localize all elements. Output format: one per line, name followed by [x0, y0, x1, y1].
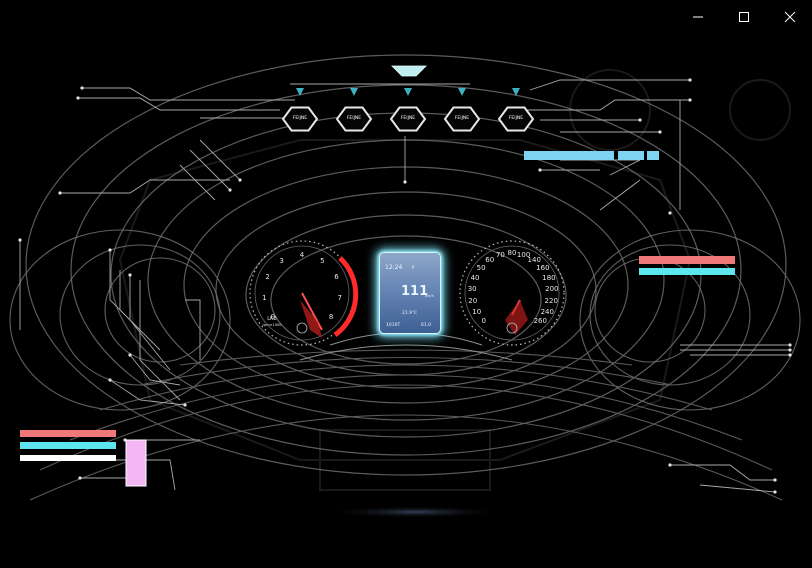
top-hex-label: FEIJNE — [400, 116, 416, 121]
left-gauge-caption-top: LKB — [267, 316, 277, 322]
bottom-left-pink-block — [125, 439, 147, 487]
left-gauge-tick: 2 — [265, 272, 270, 281]
maximize-icon — [739, 12, 749, 22]
top-cap — [391, 65, 427, 77]
top-hex-label: FEIJNE — [454, 116, 470, 121]
right-gauge-tick: 160 — [536, 263, 550, 272]
center-road — [299, 332, 513, 361]
right-gauge-tick: 180 — [542, 273, 556, 282]
right-gauge-tick: 60 — [485, 255, 495, 264]
top-hex-label: FEIJNE — [292, 116, 308, 121]
minimize-icon — [693, 16, 703, 18]
top-hex-label: FEIJNE — [346, 116, 362, 121]
right-gauge-tick: 70 — [495, 250, 505, 259]
top-right-bar-1 — [524, 151, 614, 160]
screen-odo-label: 1016T — [386, 323, 401, 328]
floor-glow — [325, 506, 505, 518]
left-gauge-tick: 1 — [262, 293, 267, 302]
top-hex-label: FEIJNE — [508, 116, 524, 121]
left-gauge-caption-bottom: rpm×1000 — [262, 323, 282, 327]
bottom-left-bar-red — [20, 430, 116, 437]
right-gauge-tick: 200 — [545, 285, 559, 294]
right-gauge-tick: 80 — [507, 249, 517, 257]
left-gauge-tick: 4 — [299, 251, 305, 259]
right-gauge-tick: 0 — [481, 317, 486, 326]
right-bar-red — [639, 256, 735, 264]
right-gauge-tick: 30 — [467, 285, 477, 294]
left-gauge-tick: 6 — [334, 272, 339, 281]
right-gauge-tick: 10 — [472, 307, 482, 316]
left-gauge-tick: 8 — [328, 313, 334, 322]
close-icon — [784, 11, 796, 23]
left-gauge-tick: 5 — [320, 256, 325, 265]
right-gauge-tick: 40 — [470, 273, 480, 282]
top-markers — [296, 88, 520, 96]
right-gauge-tick: 140 — [527, 255, 541, 264]
center-screen: 12:24 P 111 km/h 21.9℃ 1016T 61.0 — [379, 252, 441, 334]
screen-indicator: P — [412, 265, 415, 270]
right-gauge-tick: 50 — [476, 263, 486, 272]
minimize-button[interactable] — [683, 4, 713, 30]
top-right-bar-3 — [647, 151, 659, 160]
left-gauge-tick: 7 — [337, 293, 342, 302]
right-gauge-tick: 20 — [468, 296, 478, 305]
right-gauge-tick: 220 — [544, 296, 558, 305]
bottom-left-bar-cyan — [20, 442, 116, 449]
left-gauge-tick: 3 — [279, 256, 284, 265]
right-bar-cyan — [639, 268, 735, 275]
maximize-button[interactable] — [729, 4, 759, 30]
right-gauge-tick: 240 — [540, 307, 554, 316]
close-button[interactable] — [775, 4, 805, 30]
screen-odo-value: 61.0 — [421, 323, 432, 328]
top-right-bar-2 — [618, 151, 644, 160]
background-silhouette — [118, 69, 791, 491]
bottom-left-bar-white — [20, 455, 116, 461]
right-gauge-tick: 260 — [533, 317, 547, 326]
screen-time: 12:24 — [385, 264, 403, 271]
screen-speed-unit: km/h — [425, 294, 434, 298]
screen-temperature: 21.9℃ — [402, 311, 418, 316]
